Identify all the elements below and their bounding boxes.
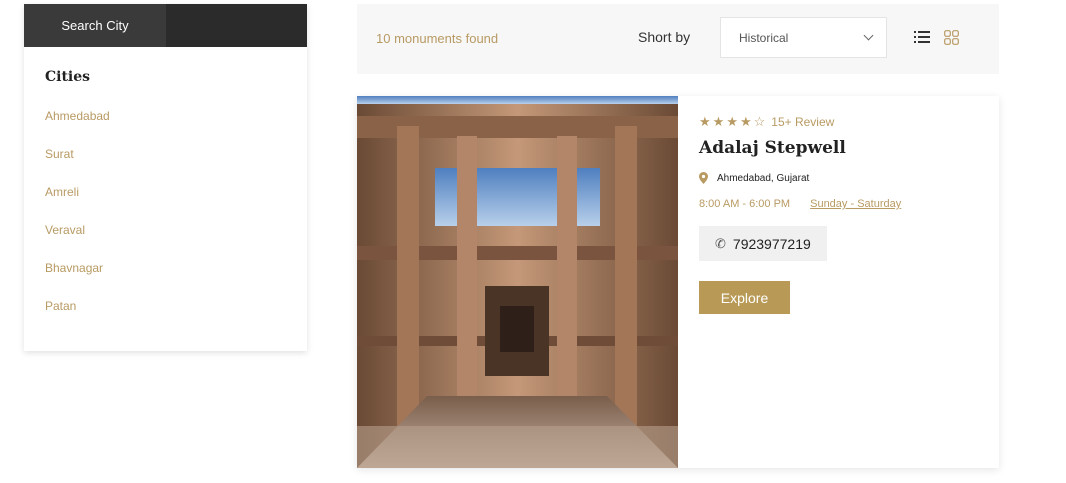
monument-location: Ahmedabad, Gujarat <box>699 172 989 184</box>
city-link-amreli[interactable]: Amreli <box>45 173 307 211</box>
phone-icon: ✆ <box>715 235 726 251</box>
sort-select[interactable]: Historical <box>720 17 887 58</box>
star-filled-icon: ★ <box>712 114 725 129</box>
sort-select-value: Historical <box>739 30 789 45</box>
phone-button[interactable]: ✆ 7923977219 <box>699 226 827 261</box>
page: Search City Cities Ahmedabad Surat Amrel… <box>0 0 1066 483</box>
cities-heading: Cities <box>45 69 91 85</box>
chevron-down-icon <box>863 30 874 41</box>
city-link-ahmedabad[interactable]: Ahmedabad <box>45 97 307 135</box>
opening-hours: 8:00 AM - 6:00 PM Sunday - Saturday <box>699 198 989 210</box>
monument-image[interactable] <box>357 96 678 468</box>
days-link[interactable]: Sunday - Saturday <box>810 198 901 210</box>
stepwell-photo-icon <box>357 96 678 468</box>
city-link-surat[interactable]: Surat <box>45 135 307 173</box>
star-filled-icon: ★ <box>699 114 711 129</box>
map-pin-icon <box>699 172 708 184</box>
city-list: Ahmedabad Surat Amreli Veraval Bhavnagar… <box>45 97 307 325</box>
monument-title[interactable]: Adalaj Stepwell <box>699 138 989 158</box>
monument-card: ★ ★ ★ ★ ☆ 15+ Review Adalaj Stepwell Ahm… <box>357 96 999 468</box>
grid-view-icon[interactable] <box>944 30 959 45</box>
rating: ★ ★ ★ ★ ☆ 15+ Review <box>699 114 989 130</box>
city-link-patan[interactable]: Patan <box>45 287 307 325</box>
search-city-button[interactable]: Search City <box>24 4 166 47</box>
search-bar: Search City <box>24 4 307 47</box>
city-link-veraval[interactable]: Veraval <box>45 211 307 249</box>
hours-text: 8:00 AM - 6:00 PM <box>699 198 791 210</box>
monument-details: ★ ★ ★ ★ ☆ 15+ Review Adalaj Stepwell Ahm… <box>699 96 989 314</box>
list-view-icon[interactable] <box>914 30 930 44</box>
explore-button[interactable]: Explore <box>699 281 790 314</box>
city-link-bhavnagar[interactable]: Bhavnagar <box>45 249 307 287</box>
location-text: Ahmedabad, Gujarat <box>717 172 810 184</box>
review-count[interactable]: 15+ Review <box>771 115 834 129</box>
cities-sidebar: Search City Cities Ahmedabad Surat Amrel… <box>24 4 307 351</box>
sort-label: Short by <box>638 29 691 45</box>
results-toolbar: 10 monuments found Short by Historical <box>357 4 999 74</box>
results-count: 10 monuments found <box>376 31 499 46</box>
phone-number: 7923977219 <box>732 235 811 252</box>
star-empty-icon: ☆ <box>753 114 766 129</box>
star-filled-icon: ★ <box>739 114 752 129</box>
search-bar-filler <box>166 4 307 47</box>
star-filled-icon: ★ <box>726 114 738 129</box>
